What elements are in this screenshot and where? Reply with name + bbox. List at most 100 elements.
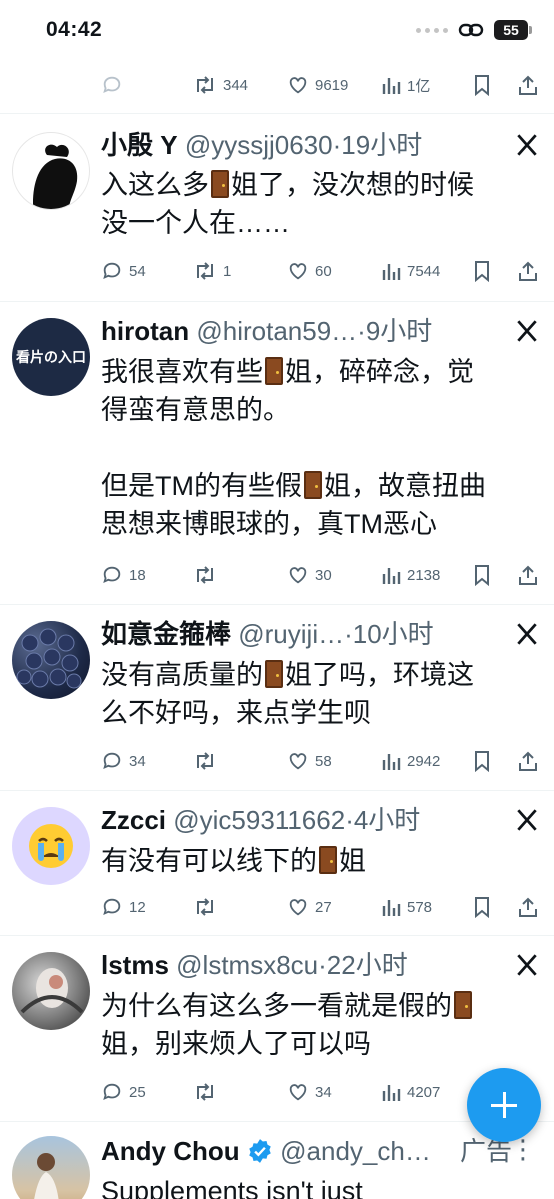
tweet-time: ·9小时 xyxy=(357,316,433,346)
grok-x-icon[interactable] xyxy=(514,807,540,833)
like-button[interactable]: 30 xyxy=(287,560,332,590)
reply-icon xyxy=(103,566,121,584)
reply-button[interactable]: 18 xyxy=(101,560,146,590)
like-button[interactable]: 60 xyxy=(287,256,332,286)
share-icon xyxy=(519,75,537,95)
reply-count: 34 xyxy=(129,752,146,770)
heart-icon xyxy=(289,567,307,584)
tweet-time: ·22小时 xyxy=(318,950,408,980)
retweet-button[interactable] xyxy=(193,560,223,590)
display-name[interactable]: 小殷 Y xyxy=(101,130,178,160)
signal-icon xyxy=(416,27,448,33)
display-name[interactable]: hirotan xyxy=(101,316,189,346)
views-button[interactable]: 2942 xyxy=(381,746,440,776)
retweet-button[interactable] xyxy=(193,746,223,776)
views-icon xyxy=(382,754,401,770)
views-icon xyxy=(382,1085,401,1101)
grok-x-icon[interactable] xyxy=(514,621,540,647)
door-emoji-icon xyxy=(265,357,283,385)
avatar[interactable] xyxy=(12,807,90,885)
retweet-icon xyxy=(197,262,213,280)
heart-icon xyxy=(289,77,307,94)
avatar[interactable] xyxy=(12,132,90,210)
like-button[interactable]: 58 xyxy=(287,746,332,776)
display-name[interactable]: lstms xyxy=(101,950,169,980)
battery-icon: 55 xyxy=(494,20,532,40)
user-handle[interactable]: @hirotan59… xyxy=(196,316,357,346)
bookmark-icon xyxy=(475,751,489,772)
status-time: 04:42 xyxy=(46,18,103,41)
user-handle[interactable]: @lstmsx8cu xyxy=(176,950,318,980)
views-button[interactable]: 578 xyxy=(381,892,432,922)
avatar[interactable] xyxy=(12,952,90,1030)
views-button[interactable]: 1亿 xyxy=(381,70,430,100)
retweet-icon xyxy=(197,76,213,94)
like-button[interactable]: 34 xyxy=(287,1077,332,1107)
tweet-time: ·19小时 xyxy=(332,130,423,160)
avatar[interactable] xyxy=(12,621,90,699)
views-button[interactable]: 4207 xyxy=(381,1077,440,1107)
display-name[interactable]: 如意金箍棒 xyxy=(101,619,231,649)
tweet-actions: 12 27 578 xyxy=(0,892,554,922)
share-button[interactable] xyxy=(517,256,539,286)
display-name[interactable]: Zzcci xyxy=(101,805,166,835)
retweet-button[interactable] xyxy=(193,892,223,922)
user-handle[interactable]: @andy_ch… xyxy=(280,1136,431,1166)
tweet-card[interactable]: 看片の入口 hirotan @hirotan59…·9小时 我很喜欢有些 姐，碎碎… xyxy=(0,301,554,604)
top-action-row: 344 9619 1亿 xyxy=(0,70,554,100)
compose-button[interactable] xyxy=(467,1068,541,1142)
tweet-text: 有没有可以线下的姐 xyxy=(101,846,366,876)
views-count: 2138 xyxy=(407,566,441,584)
bookmark-button[interactable] xyxy=(472,256,492,286)
like-count: 58 xyxy=(315,752,332,770)
retweet-button[interactable]: 1 xyxy=(193,256,231,286)
display-name[interactable]: Andy Chou xyxy=(101,1136,240,1166)
bookmark-icon xyxy=(475,75,489,96)
share-button[interactable] xyxy=(517,892,539,922)
retweet-button[interactable]: 344 xyxy=(193,70,248,100)
tweet-time: ·10小时 xyxy=(344,619,434,649)
tweet-card[interactable]: 如意金箍棒 @ruyiji…·10小时 没有高质量的 姐了吗，环境这 么不好吗，来… xyxy=(0,604,554,790)
user-handle[interactable]: @yic59311662 xyxy=(173,805,345,835)
heart-icon xyxy=(289,1084,307,1101)
reply-button[interactable]: 12 xyxy=(101,892,146,922)
heart-icon xyxy=(289,263,307,280)
reply-count: 25 xyxy=(129,1083,146,1101)
reply-button[interactable]: 34 xyxy=(101,746,146,776)
grok-x-icon[interactable] xyxy=(514,132,540,158)
retweet-button[interactable] xyxy=(193,1077,223,1107)
tweet-header: 如意金箍棒 @ruyiji…·10小时 xyxy=(101,617,504,651)
like-button[interactable]: 27 xyxy=(287,892,332,922)
reply-button[interactable]: 54 xyxy=(101,256,146,286)
reply-button[interactable]: 25 xyxy=(101,1077,146,1107)
bookmark-button[interactable] xyxy=(472,70,492,100)
avatar[interactable] xyxy=(12,1136,90,1199)
tweet-card[interactable]: Zzcci @yic59311662·4小时 有没有可以线下的姐 12 27 5… xyxy=(0,790,554,935)
verified-badge-icon xyxy=(249,1139,271,1163)
share-button[interactable] xyxy=(517,70,539,100)
user-handle[interactable]: @ruyiji… xyxy=(238,619,344,649)
grok-x-icon[interactable] xyxy=(514,952,540,978)
reply-icon xyxy=(103,752,121,770)
views-button[interactable]: 2138 xyxy=(381,560,440,590)
user-handle[interactable]: @yyssjj0630 xyxy=(185,130,333,160)
avatar-text: 看片の入口 xyxy=(16,349,86,365)
share-button[interactable] xyxy=(517,746,539,776)
reply-count: 12 xyxy=(129,898,146,916)
door-emoji-icon xyxy=(319,846,337,874)
avatar[interactable]: 看片の入口 xyxy=(12,318,90,396)
bookmark-button[interactable] xyxy=(472,892,492,922)
ad-tweet-card[interactable]: Andy Chou @andy_ch… 广告 ⋮ Supplements isn… xyxy=(0,1121,554,1199)
bookmark-button[interactable] xyxy=(472,560,492,590)
grok-x-icon[interactable] xyxy=(514,318,540,344)
door-emoji-icon xyxy=(265,660,283,688)
like-button[interactable]: 9619 xyxy=(287,70,348,100)
bookmark-button[interactable] xyxy=(472,746,492,776)
tweet-text: 我很喜欢有些 姐，碎碎念，觉 得蛮有意思的。 但是TM的有些假 姐，故意扭曲 思想来… xyxy=(101,357,486,539)
status-bar: 04:42 55 xyxy=(0,0,554,60)
share-button[interactable] xyxy=(517,560,539,590)
reply-button[interactable] xyxy=(101,70,123,100)
tweet-card[interactable]: 小殷 Y @yyssjj0630·19小时 入这么多 姐了，没次想的时候 没一个人… xyxy=(0,113,554,301)
retweet-count: 1 xyxy=(223,262,232,280)
views-button[interactable]: 7544 xyxy=(381,256,440,286)
